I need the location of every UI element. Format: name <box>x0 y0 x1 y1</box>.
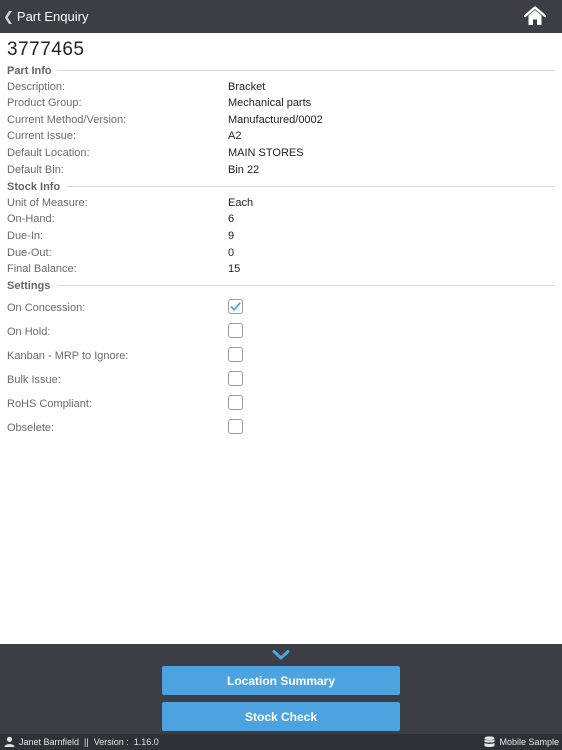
setting-bulk-issue: Bulk Issue: <box>7 371 547 391</box>
location-summary-button[interactable]: Location Summary <box>162 666 400 695</box>
rohs-compliant-checkbox[interactable] <box>228 395 243 410</box>
part-info-row: Description: Bracket <box>7 81 547 97</box>
field-value: A2 <box>228 130 242 142</box>
part-number: 3777465 <box>7 39 85 60</box>
setting-label: Bulk Issue: <box>7 374 61 386</box>
field-label: On-Hand: <box>7 213 55 225</box>
field-value: 9 <box>228 230 235 242</box>
database-name: Mobile Sample <box>499 737 559 747</box>
setting-label: On Hold: <box>7 326 51 338</box>
obsolete-checkbox[interactable] <box>228 419 243 434</box>
part-info-row: Default Location: MAIN STORES <box>7 147 547 163</box>
back-button[interactable]: ❮ Part Enquiry <box>3 8 88 25</box>
part-info-row: Current Issue: A2 <box>7 130 547 146</box>
setting-label: Obselete: <box>7 422 55 434</box>
checkmark-icon <box>230 302 241 311</box>
settings-divider <box>57 285 555 286</box>
stock-info-divider <box>67 186 555 187</box>
field-label: Due-Out: <box>7 247 52 259</box>
chevron-down-icon[interactable] <box>272 648 290 660</box>
setting-label: On Concession: <box>7 302 86 314</box>
field-value: Bracket <box>228 81 266 93</box>
stock-info-row: Final Balance: 15 <box>7 263 547 279</box>
setting-on-concession: On Concession: <box>7 299 547 319</box>
settings-title: Settings <box>7 280 51 292</box>
part-info-title: Part Info <box>7 65 52 77</box>
stock-info-row: On-Hand: 6 <box>7 213 547 229</box>
field-value: Bin 22 <box>228 164 260 176</box>
setting-rohs-compliant: RoHS Compliant: <box>7 395 547 415</box>
back-label: Part Enquiry <box>16 9 89 24</box>
user-version-text: Janet Barnfield || Version : 1.16.0 <box>19 736 159 747</box>
field-label: Current Issue: <box>7 130 77 142</box>
part-info-row: Current Method/Version: Manufactured/000… <box>7 114 547 130</box>
database-icon <box>484 736 495 747</box>
field-label: Unit of Measure: <box>7 197 88 209</box>
status-bar: Janet Barnfield || Version : 1.16.0 Mobi… <box>0 734 562 750</box>
part-info-row: Default Bin: Bin 22 <box>7 164 547 180</box>
field-label: Due-In: <box>7 230 44 242</box>
setting-obsolete: Obselete: <box>7 419 547 439</box>
user-info: Janet Barnfield || Version : 1.16.0 <box>4 736 159 747</box>
on-hold-checkbox[interactable] <box>228 323 243 338</box>
setting-label: RoHS Compliant: <box>7 398 92 410</box>
bulk-issue-checkbox[interactable] <box>228 371 243 386</box>
field-value: 6 <box>228 213 235 225</box>
setting-label: Kanban - MRP to Ignore: <box>7 350 129 362</box>
kanban-mrp-checkbox[interactable] <box>228 347 243 362</box>
field-label: Current Method/Version: <box>7 114 127 126</box>
part-info-divider <box>57 70 555 71</box>
chevron-left-icon: ❮ <box>3 9 14 24</box>
field-value: Mechanical parts <box>228 97 312 109</box>
field-label: Description: <box>7 81 66 93</box>
stock-info-row: Due-In: 9 <box>7 230 547 246</box>
user-icon <box>4 736 15 747</box>
field-value: Manufactured/0002 <box>228 114 323 126</box>
stock-info-row: Due-Out: 0 <box>7 247 547 263</box>
database-info: Mobile Sample <box>484 736 559 748</box>
field-value: MAIN STORES <box>228 147 304 159</box>
field-value: 0 <box>228 247 235 259</box>
part-info-row: Product Group: Mechanical parts <box>7 97 547 113</box>
field-value: Each <box>228 197 254 209</box>
field-value: 15 <box>228 263 241 275</box>
setting-kanban-mrp: Kanban - MRP to Ignore: <box>7 347 547 367</box>
field-label: Default Location: <box>7 147 90 159</box>
stock-info-title: Stock Info <box>7 181 61 193</box>
stock-info-row: Unit of Measure: Each <box>7 197 547 213</box>
field-label: Product Group: <box>7 97 82 109</box>
field-label: Final Balance: <box>7 263 77 275</box>
top-bar: ❮ Part Enquiry <box>0 0 562 33</box>
stock-check-button[interactable]: Stock Check <box>162 702 400 731</box>
home-icon[interactable] <box>523 6 547 26</box>
on-concession-checkbox[interactable] <box>228 299 243 314</box>
field-label: Default Bin: <box>7 164 64 176</box>
setting-on-hold: On Hold: <box>7 323 547 343</box>
